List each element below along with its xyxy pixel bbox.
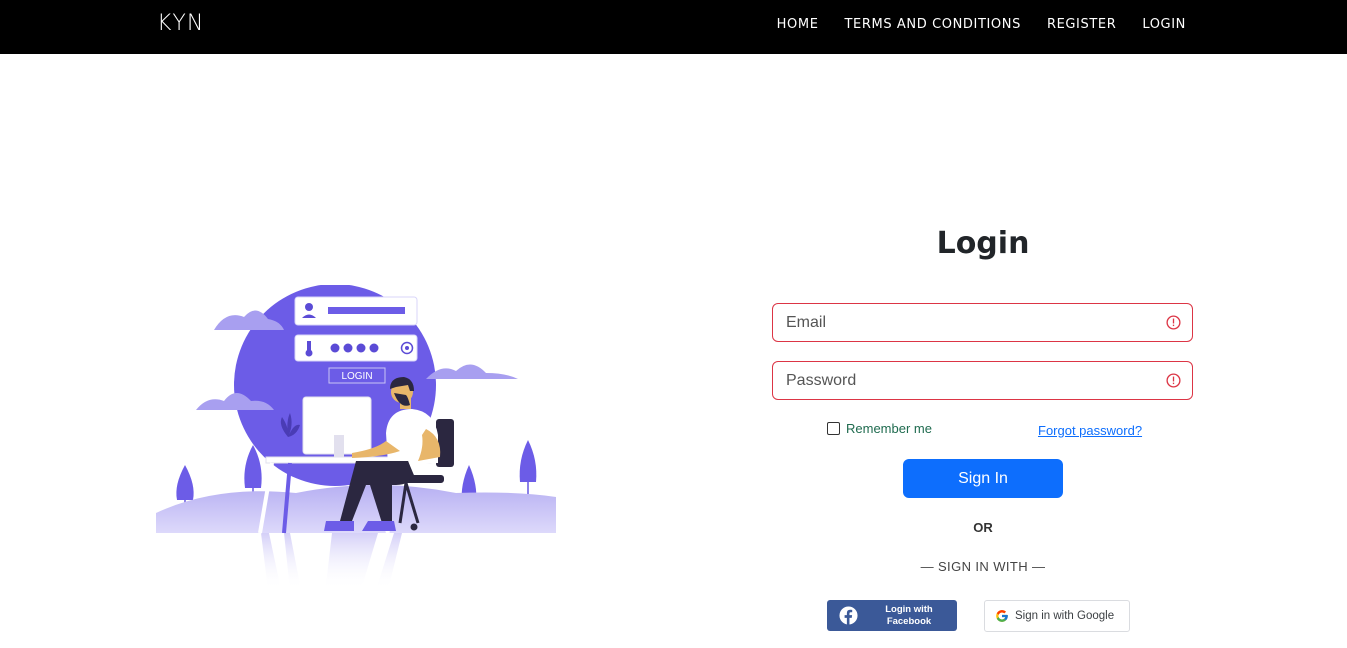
error-icon bbox=[1166, 315, 1181, 330]
nav-link-login[interactable]: LOGIN bbox=[1142, 17, 1186, 32]
navbar: KYN HOME TERMS AND CONDITIONS REGISTER L… bbox=[0, 0, 1347, 54]
remember-me: Remember me bbox=[827, 421, 932, 436]
nav-link-terms[interactable]: TERMS AND CONDITIONS bbox=[845, 17, 1021, 32]
monitor bbox=[302, 396, 372, 457]
floor-reflection bbox=[261, 533, 402, 590]
google-button-label: Sign in with Google bbox=[1015, 610, 1115, 622]
facebook-button-label: Login with Facebook bbox=[885, 604, 933, 627]
page-title: Login bbox=[936, 226, 1030, 261]
password-card bbox=[294, 334, 418, 362]
login-badge-text: LOGIN bbox=[341, 371, 372, 382]
google-signin-button[interactable]: Sign in with Google bbox=[984, 600, 1130, 632]
login-illustration: LOGIN bbox=[156, 285, 556, 590]
email-field bbox=[772, 303, 1193, 342]
error-icon bbox=[1166, 373, 1181, 388]
sign-in-with-label: — SIGN IN WITH — bbox=[920, 559, 1046, 574]
google-icon bbox=[996, 610, 1008, 622]
facebook-icon bbox=[839, 606, 858, 625]
username-card bbox=[294, 296, 418, 326]
remember-me-checkbox[interactable] bbox=[827, 422, 840, 435]
brand-logo[interactable]: KYN bbox=[157, 11, 204, 36]
nav-links: HOME TERMS AND CONDITIONS REGISTER LOGIN bbox=[777, 17, 1186, 32]
password-input[interactable] bbox=[773, 362, 1192, 399]
facebook-login-button[interactable]: Login with Facebook bbox=[827, 600, 957, 631]
password-field bbox=[772, 361, 1193, 400]
email-input[interactable] bbox=[773, 304, 1192, 341]
nav-link-home[interactable]: HOME bbox=[777, 17, 819, 32]
or-divider: OR bbox=[973, 520, 993, 535]
forgot-password-link[interactable]: Forgot password? bbox=[1038, 423, 1142, 438]
sign-in-button[interactable]: Sign In bbox=[903, 459, 1063, 498]
remember-me-label: Remember me bbox=[846, 421, 932, 436]
nav-link-register[interactable]: REGISTER bbox=[1047, 17, 1116, 32]
